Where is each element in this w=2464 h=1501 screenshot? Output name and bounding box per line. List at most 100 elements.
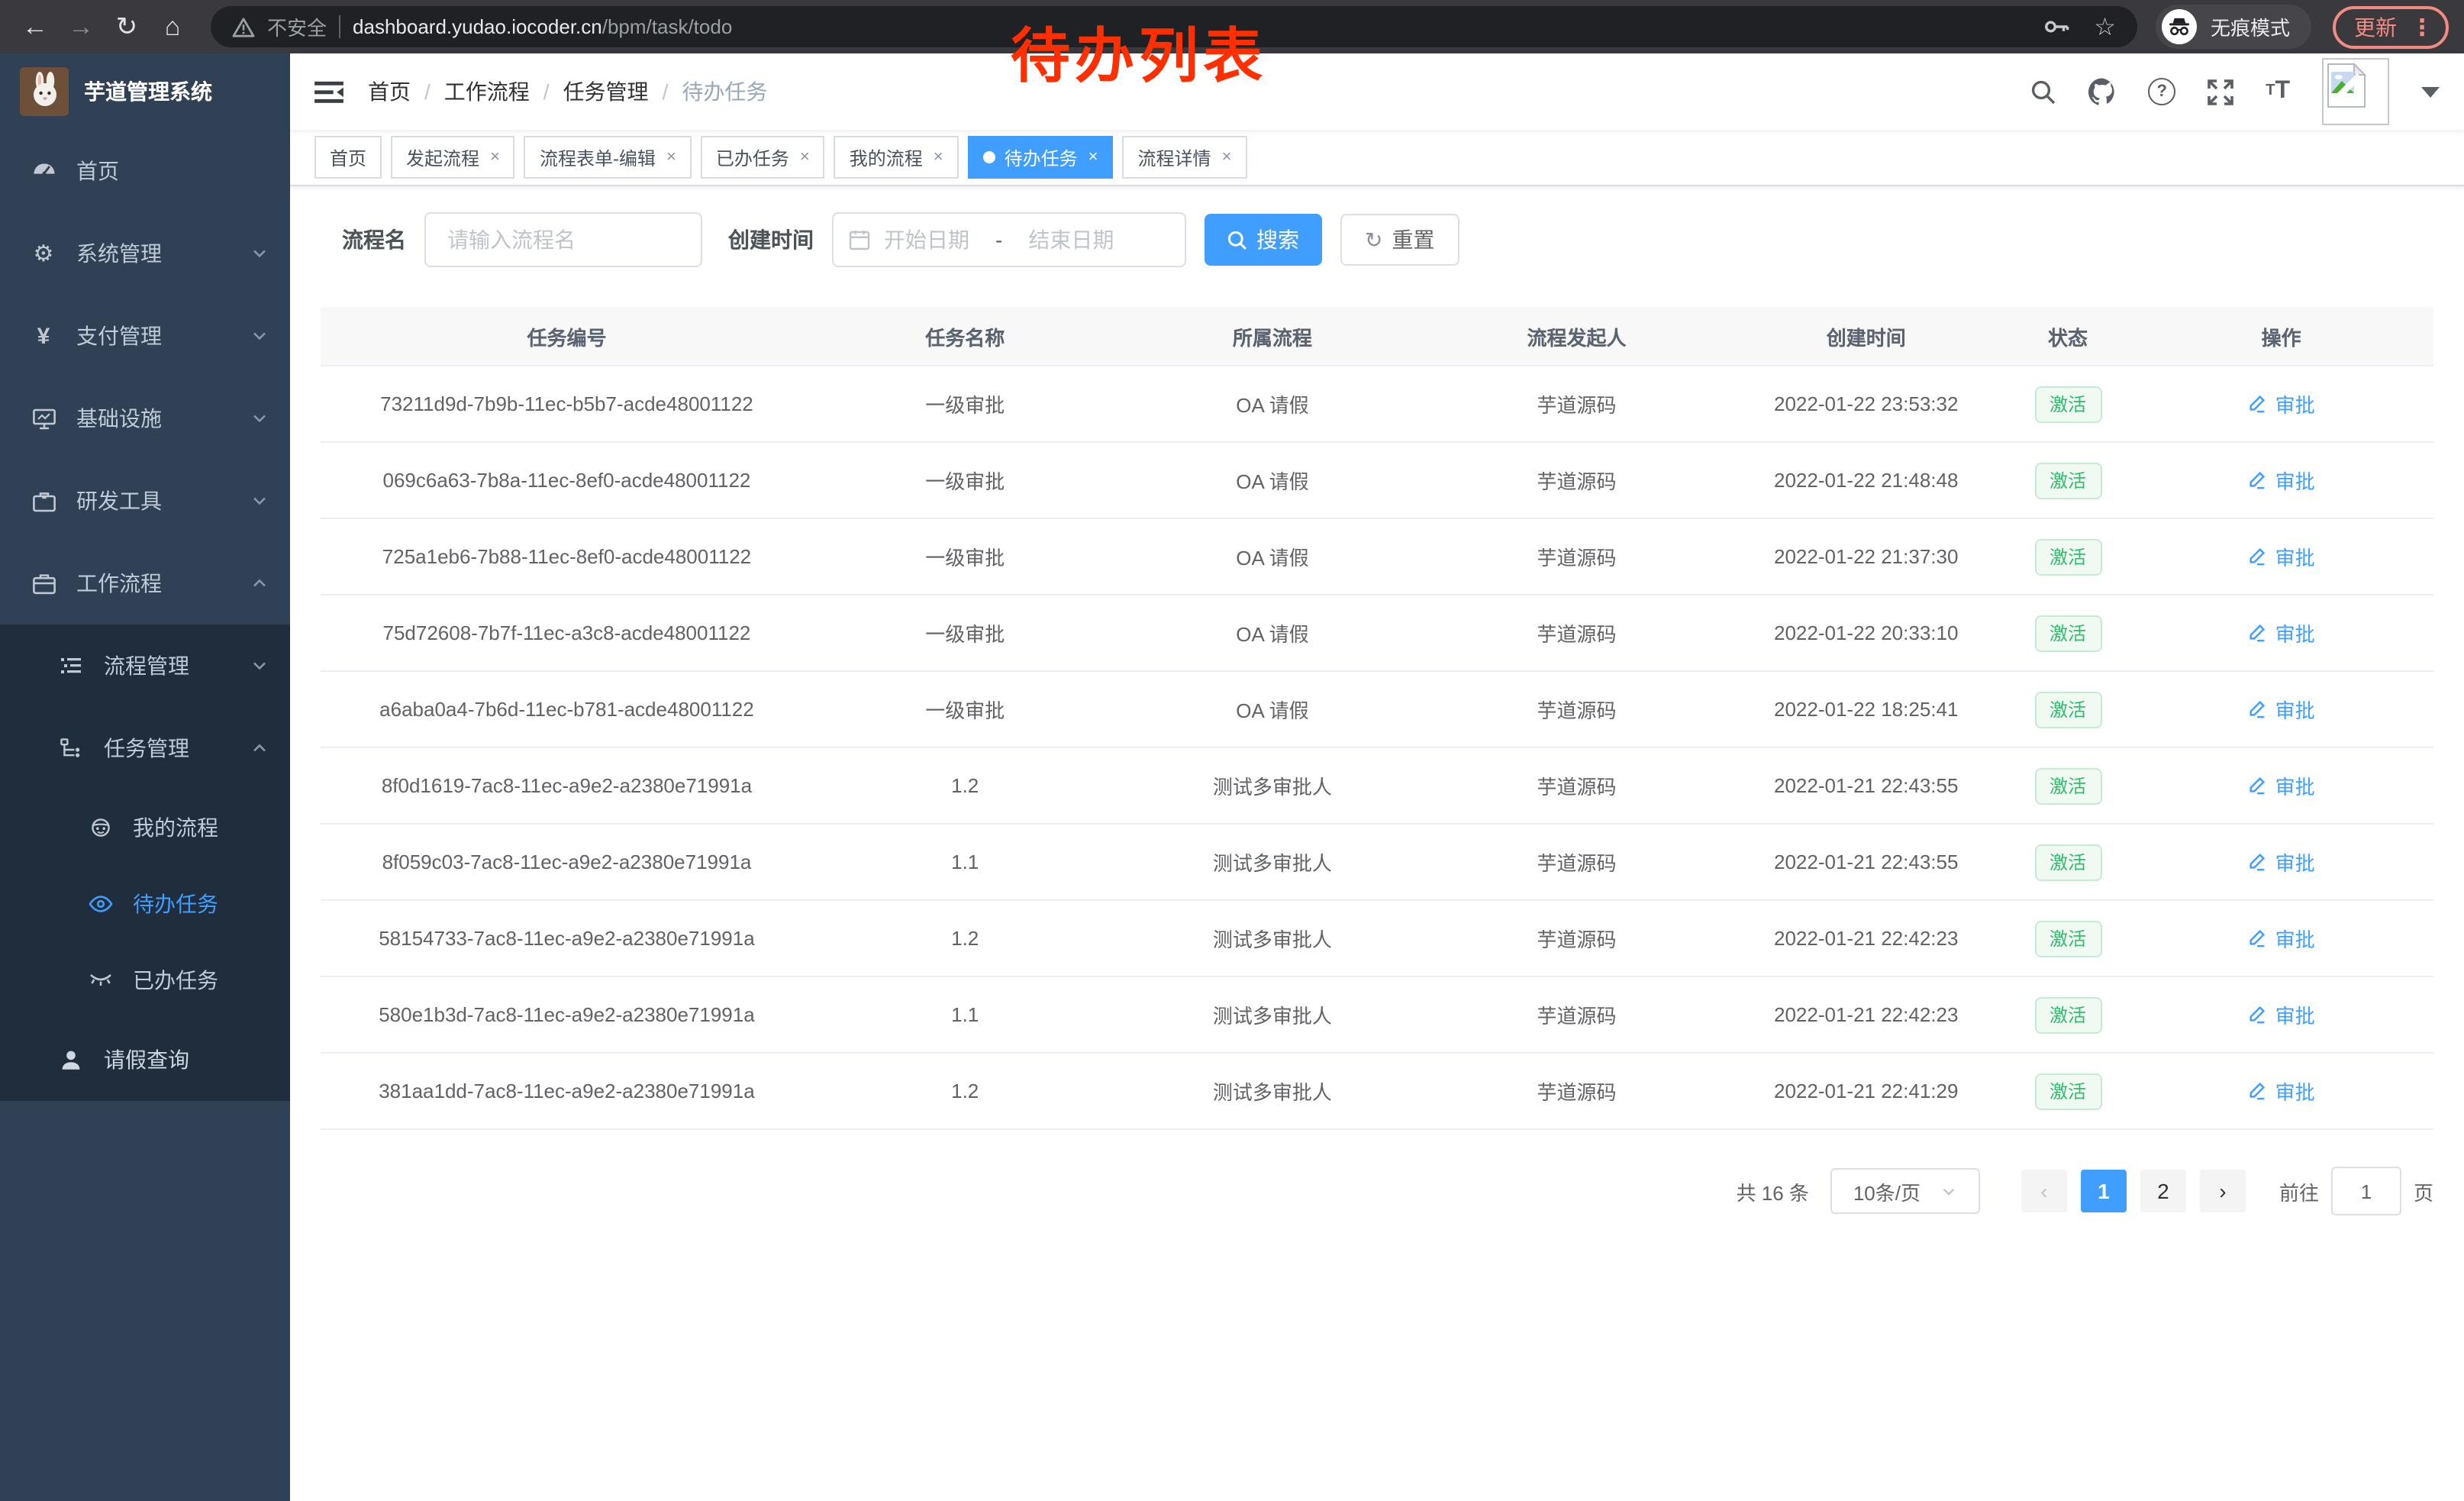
tab-process-detail[interactable]: 流程详情× <box>1123 136 1247 179</box>
sidebar-item-payment[interactable]: ¥ 支付管理 <box>0 295 290 377</box>
cell-starter: 芋道源码 <box>1427 442 1725 518</box>
forward-icon[interactable]: → <box>61 7 101 47</box>
approve-link[interactable]: 审批 <box>2248 695 2315 724</box>
approve-label: 审批 <box>2275 618 2315 647</box>
approve-link[interactable]: 审批 <box>2248 1077 2315 1106</box>
help-icon[interactable]: ? <box>2148 78 2175 105</box>
chevron-down-icon <box>250 657 269 675</box>
cell-task-name: 一级审批 <box>813 671 1118 747</box>
search-icon[interactable] <box>2030 79 2056 105</box>
approve-link[interactable]: 审批 <box>2248 847 2315 876</box>
chevron-up-icon <box>250 739 269 757</box>
approve-label: 审批 <box>2275 695 2315 724</box>
sidebar-item-home[interactable]: 首页 <box>0 130 290 212</box>
sidebar-item-my-process[interactable]: 我的流程 <box>0 789 290 866</box>
breadcrumb: 首页 / 工作流程 / 任务管理 / 待办任务 <box>368 76 767 107</box>
content-area: 流程名 创建时间 开始日期 - 结束日期 搜索 ↻ <box>290 186 2464 1501</box>
cell-task-name: 1.2 <box>813 900 1118 976</box>
chevron-down-icon <box>250 492 269 510</box>
status-badge: 激活 <box>2034 996 2101 1033</box>
date-range-picker[interactable]: 开始日期 - 结束日期 <box>832 212 1186 267</box>
page-button-1[interactable]: 1 <box>2081 1170 2127 1212</box>
browser-menu-icon[interactable]: ⋮ <box>2411 13 2433 40</box>
close-icon[interactable]: × <box>666 148 676 166</box>
tab-form-edit[interactable]: 流程表单-编辑× <box>524 136 692 179</box>
sidebar-item-task-mgmt[interactable]: 任务管理 <box>0 707 290 789</box>
fullscreen-icon[interactable] <box>2208 79 2233 105</box>
breadcrumb-home[interactable]: 首页 <box>368 76 411 107</box>
reload-icon[interactable]: ↻ <box>107 7 147 47</box>
sidebar-item-label: 待办任务 <box>133 889 218 919</box>
table-row: 8f059c03-7ac8-11ec-a9e2-a2380e71991a 1.1… <box>321 824 2433 900</box>
tab-label: 已办任务 <box>716 144 789 170</box>
approve-link[interactable]: 审批 <box>2248 1000 2315 1029</box>
app-title: 芋道管理系统 <box>84 76 212 107</box>
active-dot <box>983 151 995 163</box>
close-icon[interactable]: × <box>934 148 943 166</box>
tab-done-tasks[interactable]: 已办任务 × <box>701 136 825 179</box>
incognito-badge[interactable]: 无痕模式 <box>2156 5 2311 49</box>
sidebar-item-label: 流程管理 <box>104 650 189 681</box>
sidebar-item-system[interactable]: ⚙ 系统管理 <box>0 212 290 295</box>
approve-link[interactable]: 审批 <box>2248 924 2315 953</box>
cell-task-name: 1.1 <box>813 824 1118 900</box>
github-icon[interactable] <box>2088 78 2116 105</box>
table-row: a6aba0a4-7b6d-11ec-b781-acde48001122 一级审… <box>321 671 2433 747</box>
close-icon[interactable]: × <box>490 148 500 166</box>
sidebar-item-devtools[interactable]: 研发工具 <box>0 460 290 542</box>
process-name-label: 流程名 <box>342 224 406 255</box>
goto-page-input[interactable] <box>2331 1167 2401 1215</box>
breadcrumb-task-mgmt[interactable]: 任务管理 <box>563 76 649 107</box>
tab-todo-tasks[interactable]: 待办任务× <box>968 136 1114 179</box>
caret-down-icon[interactable] <box>2421 86 2440 97</box>
tab-home[interactable]: 首页 <box>314 136 382 179</box>
cell-create-time: 2022-01-21 22:42:23 <box>1726 900 2007 976</box>
status-badge: 激活 <box>2034 691 2101 728</box>
approve-link[interactable]: 审批 <box>2248 542 2315 571</box>
bookmark-star-icon[interactable]: ☆ <box>2094 11 2116 42</box>
cell-task-name: 1.1 <box>813 976 1118 1053</box>
breadcrumb-workflow[interactable]: 工作流程 <box>444 76 530 107</box>
cell-task-id: 8f059c03-7ac8-11ec-a9e2-a2380e71991a <box>321 824 813 900</box>
next-page-button[interactable]: › <box>2200 1170 2246 1212</box>
avatar[interactable] <box>2322 58 2389 125</box>
close-icon[interactable]: × <box>1222 148 1232 166</box>
hamburger-icon[interactable] <box>314 79 343 105</box>
page-size-select[interactable]: 10条/页 <box>1830 1168 1980 1214</box>
sidebar-item-done-tasks[interactable]: 已办任务 <box>0 942 290 1018</box>
sidebar-item-workflow[interactable]: 工作流程 <box>0 542 290 625</box>
status-badge: 激活 <box>2034 462 2101 499</box>
page-button-2[interactable]: 2 <box>2140 1170 2186 1212</box>
close-icon[interactable]: × <box>800 148 810 166</box>
key-icon[interactable] <box>2043 18 2069 35</box>
pagination: 共 16 条 10条/页 ‹ 1 2 › 前往 页 <box>321 1167 2433 1215</box>
tab-my-process[interactable]: 我的流程× <box>834 136 959 179</box>
tab-start-process[interactable]: 发起流程× <box>391 136 515 179</box>
prev-page-button[interactable]: ‹ <box>2021 1170 2067 1212</box>
sidebar-item-infrastructure[interactable]: 基础设施 <box>0 377 290 460</box>
cell-task-id: 580e1b3d-7ac8-11ec-a9e2-a2380e71991a <box>321 976 813 1053</box>
approve-link[interactable]: 审批 <box>2248 771 2315 800</box>
cell-process: OA 请假 <box>1118 518 1428 595</box>
search-button[interactable]: 搜索 <box>1205 214 1322 266</box>
cell-process: OA 请假 <box>1118 595 1428 671</box>
sidebar-item-todo-tasks[interactable]: 待办任务 <box>0 866 290 942</box>
col-starter: 流程发起人 <box>1427 307 1725 366</box>
breadcrumb-separator: / <box>543 79 550 104</box>
close-icon[interactable]: × <box>1088 148 1098 166</box>
annotation-text: 待办列表 <box>1011 9 1267 95</box>
approve-link[interactable]: 审批 <box>2248 466 2315 495</box>
home-icon[interactable]: ⌂ <box>153 7 192 47</box>
update-button[interactable]: 更新 ⋮ <box>2333 5 2449 48</box>
create-time-label: 创建时间 <box>728 224 814 255</box>
reset-button[interactable]: ↻ 重置 <box>1340 214 1459 266</box>
approve-link[interactable]: 审批 <box>2248 389 2315 418</box>
sidebar-item-leave-query[interactable]: 请假查询 <box>0 1018 290 1101</box>
approve-link[interactable]: 审批 <box>2248 618 2315 647</box>
list-icon <box>58 655 84 676</box>
font-size-icon[interactable]: TT <box>2266 79 2290 104</box>
process-name-input[interactable] <box>424 212 702 267</box>
back-icon[interactable]: ← <box>15 7 55 47</box>
sidebar-item-process-mgmt[interactable]: 流程管理 <box>0 625 290 707</box>
cell-process: OA 请假 <box>1118 442 1428 518</box>
